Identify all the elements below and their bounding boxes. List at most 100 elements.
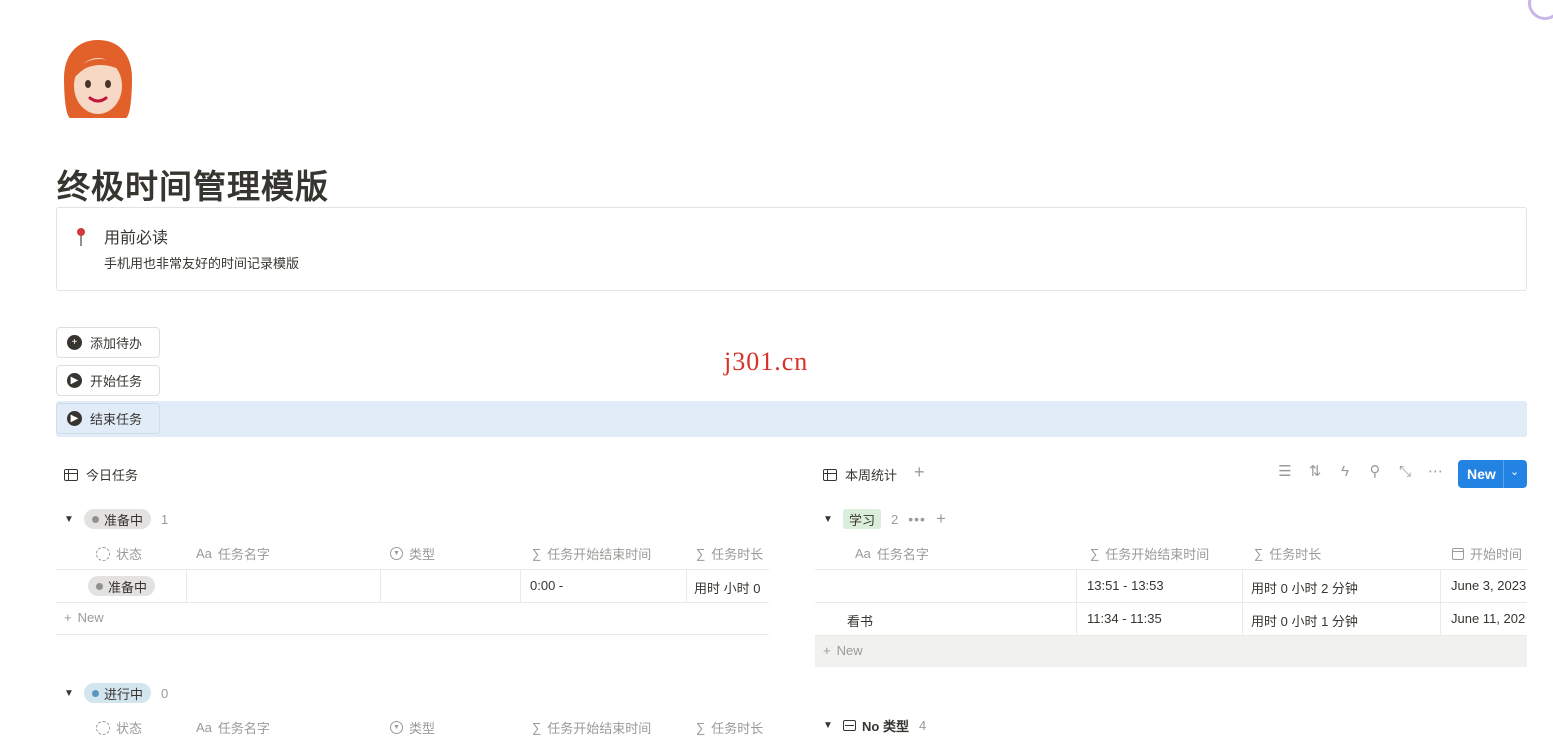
inbox-icon	[843, 720, 856, 731]
add-todo-label: 添加待办	[90, 336, 143, 351]
more-icon[interactable]: ⋯	[1428, 462, 1443, 480]
caret-down-icon[interactable]: ▼	[64, 688, 74, 699]
group-count: 0	[161, 685, 169, 701]
plus-icon: +	[823, 643, 831, 658]
tab-today-label: 今日任务	[86, 468, 139, 483]
start-task-label: 开始任务	[90, 374, 143, 389]
callout-title: 用前必读	[104, 230, 169, 247]
group-count: 1	[161, 511, 169, 527]
callout-body: 手机用也非常友好的时间记录模版	[104, 256, 300, 271]
pushpin-icon	[77, 228, 85, 246]
cell-duration[interactable]: 用时 0 小时 1 分钟	[1251, 611, 1358, 630]
cell-time-range[interactable]: 13:51 - 13:53	[1087, 578, 1164, 593]
column-header-duration[interactable]: ∑ 任务时长	[1254, 544, 1321, 563]
caret-down-icon[interactable]: ▼	[823, 720, 833, 731]
table-icon	[64, 468, 78, 481]
column-header-type[interactable]: ▼ 类型	[390, 718, 435, 737]
table-icon	[823, 468, 837, 481]
sort-icon[interactable]: ⇅	[1308, 462, 1322, 480]
status-property-icon	[96, 720, 110, 735]
new-entry-button[interactable]: New ⌄	[1458, 460, 1527, 488]
formula-icon: ∑	[1254, 546, 1264, 561]
end-task-button[interactable]: ▶ 结束任务	[56, 403, 160, 434]
formula-icon: ∑	[696, 720, 706, 735]
filter-icon[interactable]: ☰	[1278, 462, 1292, 480]
cell-time-range[interactable]: 11:34 - 11:35	[1087, 611, 1162, 626]
add-row-button[interactable]: + New	[823, 643, 863, 658]
type-tag: 学习	[843, 509, 882, 529]
plus-icon[interactable]: +	[936, 509, 946, 529]
column-header-time-range[interactable]: ∑ 任务开始结束时间	[532, 544, 651, 563]
cell-task-name[interactable]: 看书	[847, 611, 873, 630]
add-view-button[interactable]: +	[914, 462, 925, 483]
woman-red-hair-avatar-icon[interactable]	[60, 38, 136, 120]
page-title: 终极时间管理模版	[57, 168, 329, 205]
text-property-icon: Aa	[855, 546, 871, 561]
cell-start-date[interactable]: June 3, 2023	[1451, 578, 1527, 593]
formula-icon: ∑	[532, 720, 542, 735]
column-header-name[interactable]: Aa 任务名字	[196, 544, 270, 563]
end-task-label: 结束任务	[90, 412, 143, 427]
callout-box	[56, 207, 1527, 291]
group-count: 4	[918, 718, 927, 733]
play-circle-icon: ▶	[67, 373, 82, 388]
add-row-hover-bg	[815, 636, 1527, 667]
column-header-time-range[interactable]: ∑ 任务开始结束时间	[532, 718, 651, 737]
plus-circle-icon: +	[67, 335, 82, 350]
status-dot-icon	[92, 515, 99, 523]
caret-down-icon[interactable]: ▼	[64, 514, 74, 525]
view-toolbar: ☰ ⇅ ϟ ⚲ ⤡ ⋯	[1278, 462, 1443, 481]
caret-down-icon[interactable]: ▼	[823, 514, 833, 525]
start-task-button[interactable]: ▶ 开始任务	[56, 365, 160, 396]
group-doing-header[interactable]: ▼ 进行中 0	[64, 683, 168, 703]
more-icon[interactable]: •••	[908, 511, 926, 527]
cell-duration[interactable]: 用时 0 小时 2 分钟	[1251, 578, 1358, 597]
status-tag[interactable]: 准备中	[88, 576, 156, 596]
expand-icon[interactable]: ⤡	[1398, 463, 1412, 480]
calendar-icon	[1452, 547, 1464, 560]
column-header-time-range[interactable]: ∑ 任务开始结束时间	[1090, 544, 1209, 563]
column-header-duration[interactable]: ∑ 任务时长	[696, 544, 763, 563]
group-ready-header[interactable]: ▼ 准备中 1	[64, 509, 168, 529]
plus-icon: +	[64, 610, 72, 625]
column-header-status[interactable]: 状态	[96, 544, 142, 563]
add-todo-button[interactable]: + 添加待办	[56, 327, 160, 358]
column-header-name[interactable]: Aa 任务名字	[855, 544, 929, 563]
watermark-text: j301.cn	[724, 347, 809, 376]
status-dot-icon	[92, 689, 99, 697]
play-circle-icon: ▶	[67, 411, 82, 426]
add-row-button[interactable]: + New	[64, 610, 104, 625]
status-property-icon	[96, 546, 110, 561]
select-property-icon: ▼	[390, 547, 403, 560]
status-dot-icon	[96, 582, 103, 590]
column-header-duration[interactable]: ∑ 任务时长	[696, 718, 763, 737]
text-property-icon: Aa	[196, 720, 212, 735]
table-row[interactable]: 准备中	[88, 576, 156, 596]
column-header-type[interactable]: ▼ 类型	[390, 544, 435, 563]
group-no-type-header[interactable]: ▼ No 类型 4	[823, 716, 926, 735]
cell-start-date[interactable]: June 11, 202	[1451, 611, 1527, 626]
cell-duration[interactable]: 用时 小时 0	[694, 578, 768, 597]
column-header-name[interactable]: Aa 任务名字	[196, 718, 270, 737]
group-label: No 类型	[843, 716, 909, 735]
tab-today-tasks[interactable]: 今日任务	[64, 465, 138, 484]
status-tag: 准备中	[84, 509, 152, 529]
formula-icon: ∑	[532, 546, 542, 561]
tab-weekly-stats[interactable]: 本周统计	[823, 465, 897, 484]
search-icon[interactable]: ⚲	[1368, 462, 1382, 480]
text-property-icon: Aa	[196, 546, 212, 561]
status-tag: 进行中	[84, 683, 152, 703]
formula-icon: ∑	[1090, 546, 1100, 561]
chevron-down-icon[interactable]: ⌄	[1510, 465, 1519, 478]
group-count: 2	[891, 511, 899, 527]
select-property-icon: ▼	[390, 721, 403, 734]
automation-bolt-icon[interactable]: ϟ	[1338, 463, 1352, 480]
group-label: 准备中	[104, 512, 144, 528]
tab-week-label: 本周统计	[845, 468, 898, 483]
column-header-start-date[interactable]: 开始时间	[1452, 544, 1527, 563]
end-task-row-highlight	[56, 401, 1527, 437]
corner-avatar-icon[interactable]	[1528, 0, 1553, 20]
column-header-status[interactable]: 状态	[96, 718, 142, 737]
cell-time-range[interactable]: 0:00 -	[530, 578, 563, 593]
group-study-header[interactable]: ▼ 学习 2 ••• +	[823, 509, 946, 529]
